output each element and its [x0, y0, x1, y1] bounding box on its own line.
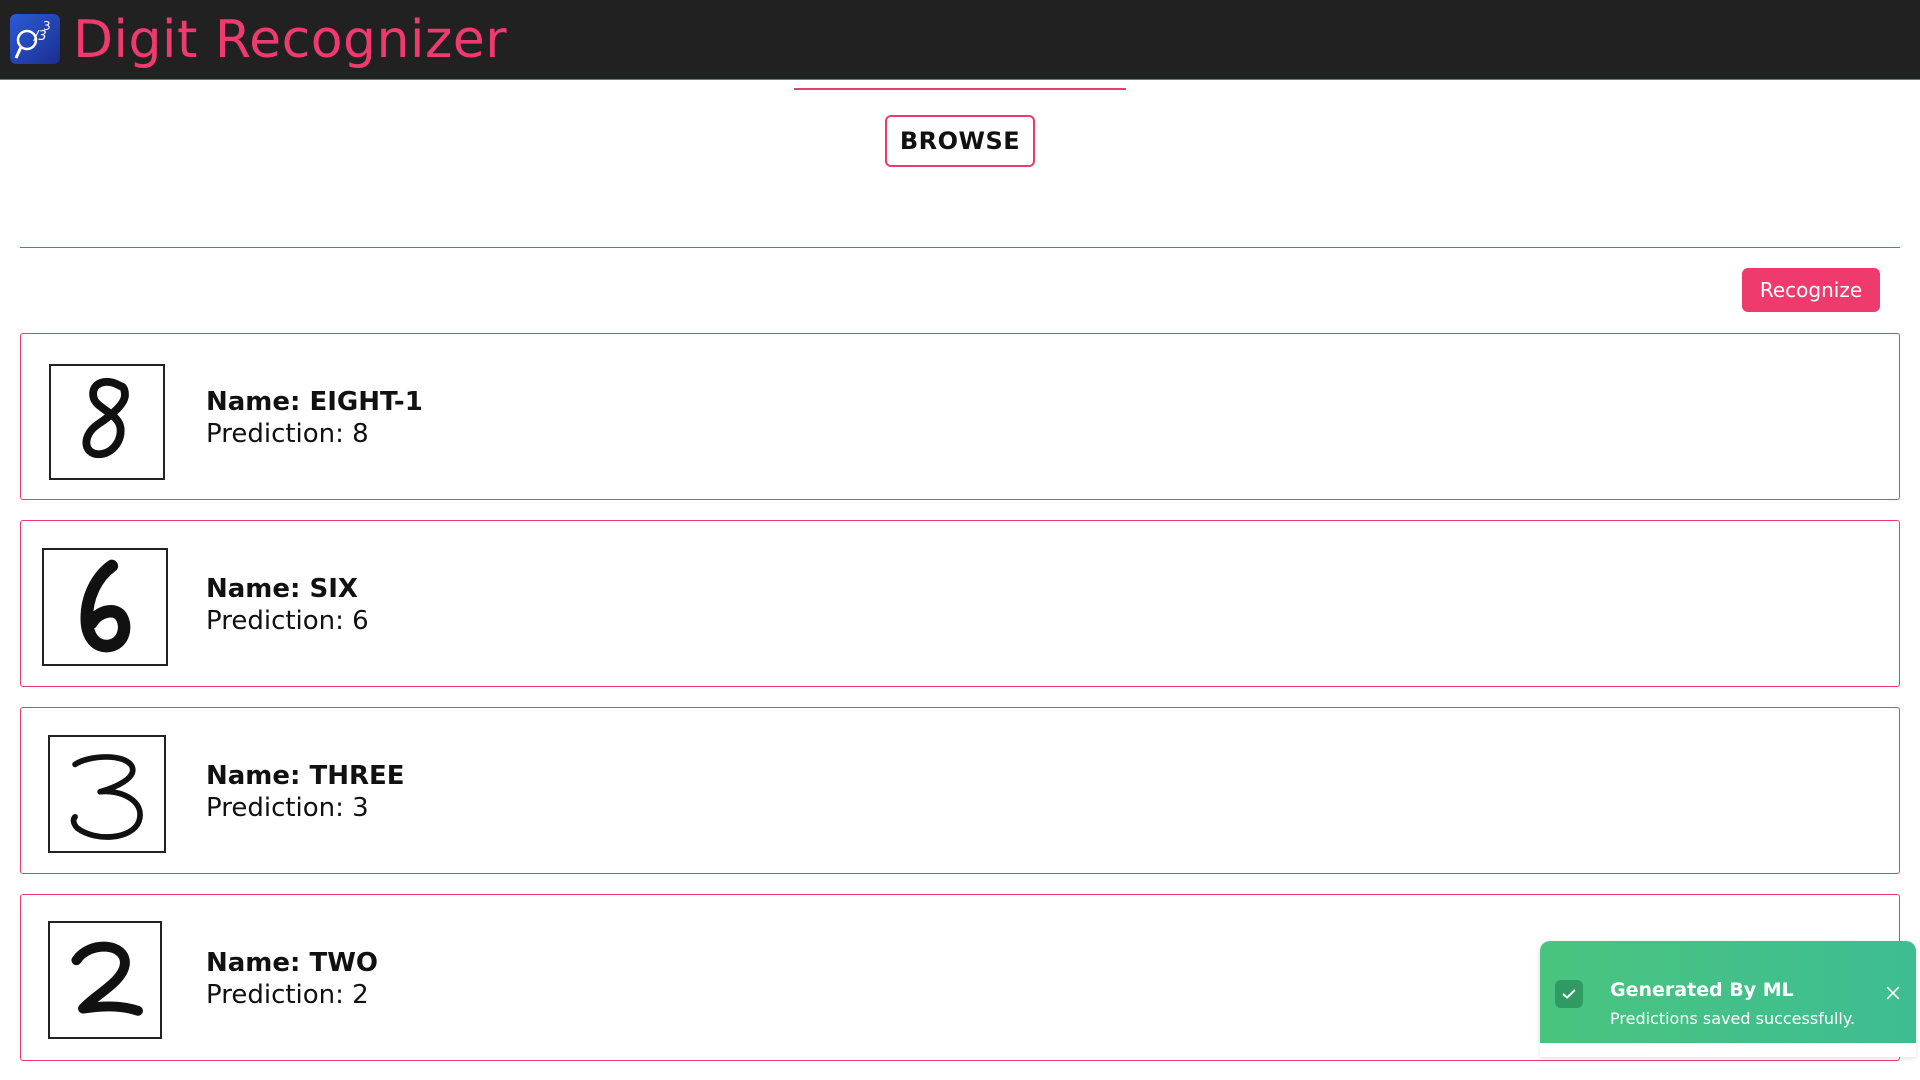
digit-six-drawing [80, 559, 131, 653]
upload-area-divider [794, 88, 1126, 90]
result-info: Name: EIGHT-1 Prediction: 8 [206, 386, 423, 450]
toast-title: Generated By ML [1610, 979, 1794, 1001]
digit-three-drawing [70, 754, 143, 840]
svg-text:3: 3 [43, 19, 51, 33]
toast-message: Predictions saved successfully. [1610, 1009, 1856, 1028]
result-info: Name: SIX Prediction: 6 [206, 573, 369, 637]
result-card: Name: SIX Prediction: 6 [20, 520, 1900, 687]
result-name: Name: THREE [206, 761, 405, 791]
app-root: /3 3 Digit Recognizer BROWSE Recognize N… [0, 0, 1920, 1080]
result-prediction: Prediction: 3 [206, 793, 369, 823]
result-card: Name: EIGHT-1 Prediction: 8 [20, 333, 1900, 500]
toast-progress-bar [1540, 1043, 1916, 1057]
browse-button[interactable]: BROWSE [885, 115, 1035, 167]
success-toast: Generated By ML Predictions saved succes… [1540, 941, 1916, 1043]
close-icon[interactable] [1881, 981, 1905, 1005]
app-header: /3 3 Digit Recognizer [0, 0, 1920, 80]
check-icon [1555, 980, 1583, 1008]
digit-image [42, 548, 168, 666]
digit-two-drawing [71, 941, 143, 1016]
result-info: Name: TWO Prediction: 2 [206, 947, 378, 1011]
result-info: Name: THREE Prediction: 3 [206, 760, 405, 824]
result-name: Name: SIX [206, 574, 358, 604]
digit-image [49, 364, 165, 480]
app-title: Digit Recognizer [73, 10, 508, 70]
section-divider [20, 247, 1900, 248]
digit-eight-drawing [82, 378, 129, 459]
digit-image [48, 921, 162, 1039]
result-name: Name: TWO [206, 948, 378, 978]
app-logo: /3 3 [10, 14, 60, 64]
result-prediction: Prediction: 2 [206, 980, 369, 1010]
result-name: Name: EIGHT-1 [206, 387, 423, 417]
recognize-button[interactable]: Recognize [1742, 268, 1880, 312]
result-prediction: Prediction: 6 [206, 606, 369, 636]
result-prediction: Prediction: 8 [206, 419, 369, 449]
result-card: Name: THREE Prediction: 3 [20, 707, 1900, 874]
digit-image [48, 735, 166, 853]
